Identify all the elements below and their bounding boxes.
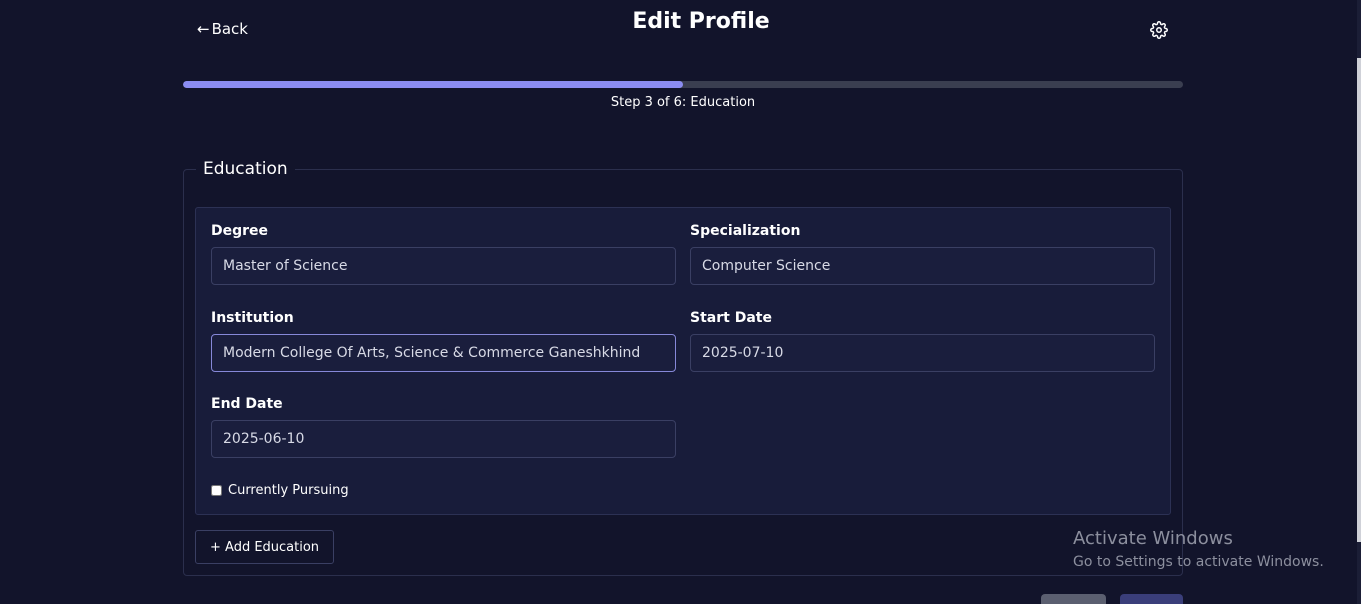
institution-field-group: Institution	[211, 310, 676, 372]
degree-input[interactable]	[211, 247, 676, 285]
add-education-button[interactable]: + Add Education	[195, 530, 335, 564]
currently-pursuing-row[interactable]: Currently Pursuing	[211, 483, 349, 498]
previous-step-button[interactable]	[1041, 594, 1106, 604]
institution-label: Institution	[211, 310, 294, 326]
education-section: Education Degree Specialization Institut…	[183, 159, 1183, 576]
section-legend: Education	[196, 159, 295, 179]
end-date-label: End Date	[211, 396, 283, 412]
degree-field-group: Degree	[211, 223, 676, 285]
end-date-field-group: End Date	[211, 396, 676, 458]
step-indicator: Step 3 of 6: Education	[610, 95, 756, 110]
degree-label: Degree	[211, 223, 269, 239]
settings-button[interactable]	[1150, 21, 1168, 39]
gear-icon	[1150, 21, 1168, 39]
page-scrollbar[interactable]	[1357, 0, 1361, 604]
institution-input[interactable]	[211, 334, 676, 372]
end-date-input[interactable]	[211, 420, 676, 458]
education-entry-card: Degree Specialization Institution Start …	[195, 207, 1171, 515]
specialization-label: Specialization	[690, 223, 801, 239]
start-date-field-group: Start Date	[690, 310, 1155, 372]
progress-bar	[183, 81, 1183, 88]
next-step-button[interactable]	[1120, 594, 1183, 604]
specialization-field-group: Specialization	[690, 223, 1155, 285]
start-date-label: Start Date	[690, 310, 772, 326]
scrollbar-thumb[interactable]	[1357, 58, 1361, 542]
start-date-input[interactable]	[690, 334, 1155, 372]
progress-bar-fill	[183, 81, 683, 88]
specialization-input[interactable]	[690, 247, 1155, 285]
currently-pursuing-label: Currently Pursuing	[228, 483, 349, 498]
currently-pursuing-checkbox[interactable]	[211, 485, 222, 496]
